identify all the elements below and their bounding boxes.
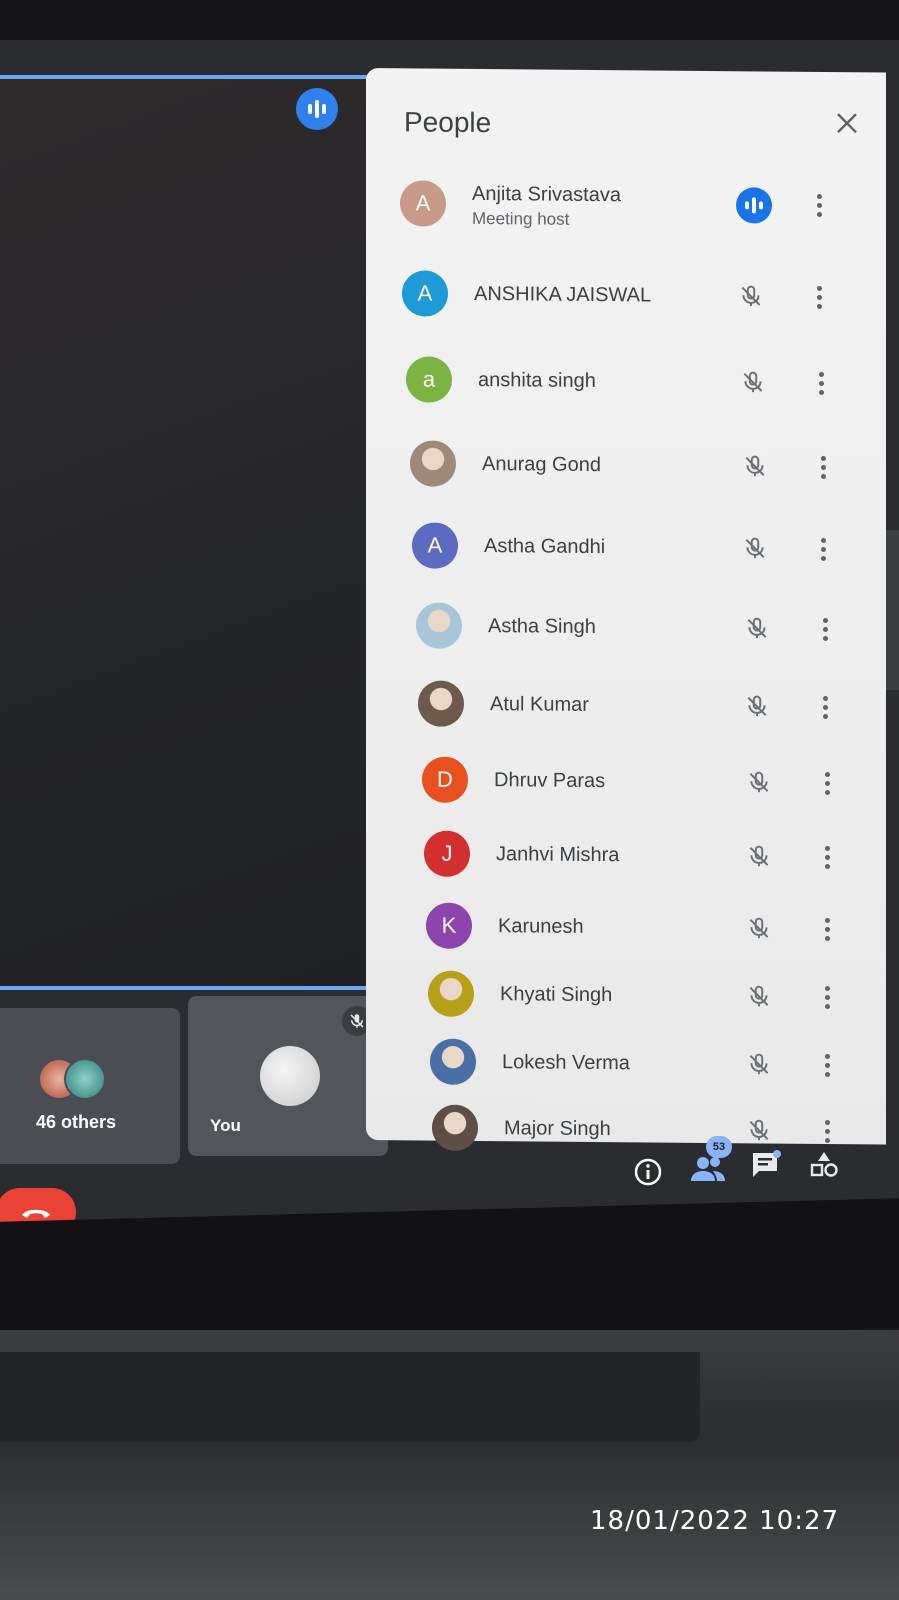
more-options-icon[interactable] [816, 534, 830, 564]
others-label: 46 others [36, 1112, 117, 1132]
mic-off-icon[interactable] [744, 981, 774, 1011]
activities-icon[interactable] [806, 1146, 842, 1182]
participant-row[interactable]: Khyati Singh [428, 970, 868, 1045]
participant-name: Astha Gandhi [484, 535, 606, 559]
more-options-icon[interactable] [820, 1050, 834, 1080]
mic-off-icon[interactable] [744, 1115, 774, 1145]
mic-off-icon[interactable] [738, 367, 768, 397]
participant-row[interactable]: a anshita singh [406, 356, 846, 430]
participant-row[interactable]: Atul Kumar [418, 680, 858, 754]
close-button[interactable] [830, 106, 864, 140]
mic-off-icon[interactable] [744, 767, 774, 797]
more-options-icon[interactable] [818, 692, 832, 722]
participant-row[interactable]: A ANSHIKA JAISWAL [402, 270, 842, 344]
participant-row[interactable]: Anurag Gond [410, 440, 850, 514]
participant-name: Dhruv Paras [494, 769, 606, 793]
more-options-icon[interactable] [820, 914, 834, 944]
people-panel: People A Anjita Srivastava Meeting host A AN… [366, 68, 886, 1151]
participant-row[interactable]: A Anjita Srivastava Meeting host [400, 180, 840, 254]
mic-off-icon[interactable] [744, 1049, 774, 1079]
avatar: A [412, 522, 458, 569]
laptop-hinge [0, 1352, 700, 1442]
more-options-icon[interactable] [820, 1116, 834, 1146]
participant-name: Atul Kumar [490, 693, 589, 716]
participant-row[interactable]: K Karunesh [426, 902, 866, 977]
mic-off-icon[interactable] [742, 691, 772, 721]
others-avatars [38, 1058, 118, 1100]
participant-row[interactable]: A Astha Gandhi [412, 522, 852, 596]
participant-name: Anurag Gond [482, 453, 601, 477]
participant-name: Karunesh [498, 915, 584, 938]
participant-row[interactable]: D Dhruv Paras [422, 756, 862, 830]
avatar [410, 440, 456, 487]
participant-row[interactable]: Lokesh Verma [430, 1038, 870, 1113]
mic-off-icon[interactable] [740, 533, 770, 563]
participant-name: Khyati Singh [500, 983, 613, 1007]
info-icon[interactable] [630, 1154, 666, 1190]
participant-row[interactable]: Astha Singh [416, 602, 856, 676]
photo-timestamp: 18/01/2022 10:27 [590, 1506, 840, 1536]
mic-off-icon[interactable] [742, 613, 772, 643]
mic-off-icon[interactable] [740, 451, 770, 481]
hangup-icon [22, 1209, 50, 1218]
monitor-bezel-bottom [0, 1198, 899, 1352]
others-tile[interactable]: 46 others [0, 1008, 180, 1164]
more-options-icon[interactable] [820, 982, 834, 1012]
participant-name: anshita singh [478, 368, 596, 393]
avatar [432, 1104, 478, 1151]
panel-title: People [404, 106, 492, 139]
avatar: K [426, 902, 472, 949]
more-options-icon[interactable] [820, 768, 834, 798]
avatar: D [422, 756, 468, 803]
participant-name: ANSHIKA JAISWAL [474, 282, 652, 307]
more-options-icon[interactable] [820, 842, 834, 872]
avatar [64, 1058, 106, 1100]
mic-off-icon[interactable] [744, 913, 774, 943]
self-tile[interactable]: You [188, 996, 388, 1156]
chat-icon[interactable] [748, 1146, 784, 1182]
self-label: You [210, 1116, 241, 1135]
avatar [260, 1046, 320, 1106]
mic-off-icon[interactable] [736, 281, 766, 311]
participant-row[interactable]: J Janhvi Mishra [424, 830, 864, 905]
participant-name: Janhvi Mishra [496, 843, 620, 867]
more-options-icon[interactable] [818, 614, 832, 644]
participant-name: Anjita Srivastava [472, 182, 621, 207]
speaking-indicator-icon [296, 88, 338, 130]
participant-role: Meeting host [472, 208, 570, 229]
avatar: A [400, 180, 446, 227]
participant-name: Astha Singh [488, 615, 596, 639]
participant-name: Major Singh [504, 1117, 611, 1141]
more-options-icon[interactable] [812, 282, 826, 312]
mic-off-icon[interactable] [744, 841, 774, 871]
speaking-icon [736, 187, 772, 224]
avatar [430, 1038, 476, 1085]
participant-name: Lokesh Verma [502, 1051, 630, 1075]
avatar: J [424, 830, 470, 877]
people-count-badge: 53 [706, 1136, 732, 1158]
main-video-tile[interactable] [0, 75, 376, 990]
more-options-icon[interactable] [812, 190, 826, 220]
avatar: a [406, 356, 452, 403]
more-options-icon[interactable] [814, 368, 828, 398]
more-options-icon[interactable] [816, 452, 830, 482]
avatar: A [402, 270, 448, 317]
avatar [416, 602, 462, 649]
close-icon [837, 113, 857, 134]
avatar [418, 680, 464, 727]
avatar [428, 970, 474, 1017]
